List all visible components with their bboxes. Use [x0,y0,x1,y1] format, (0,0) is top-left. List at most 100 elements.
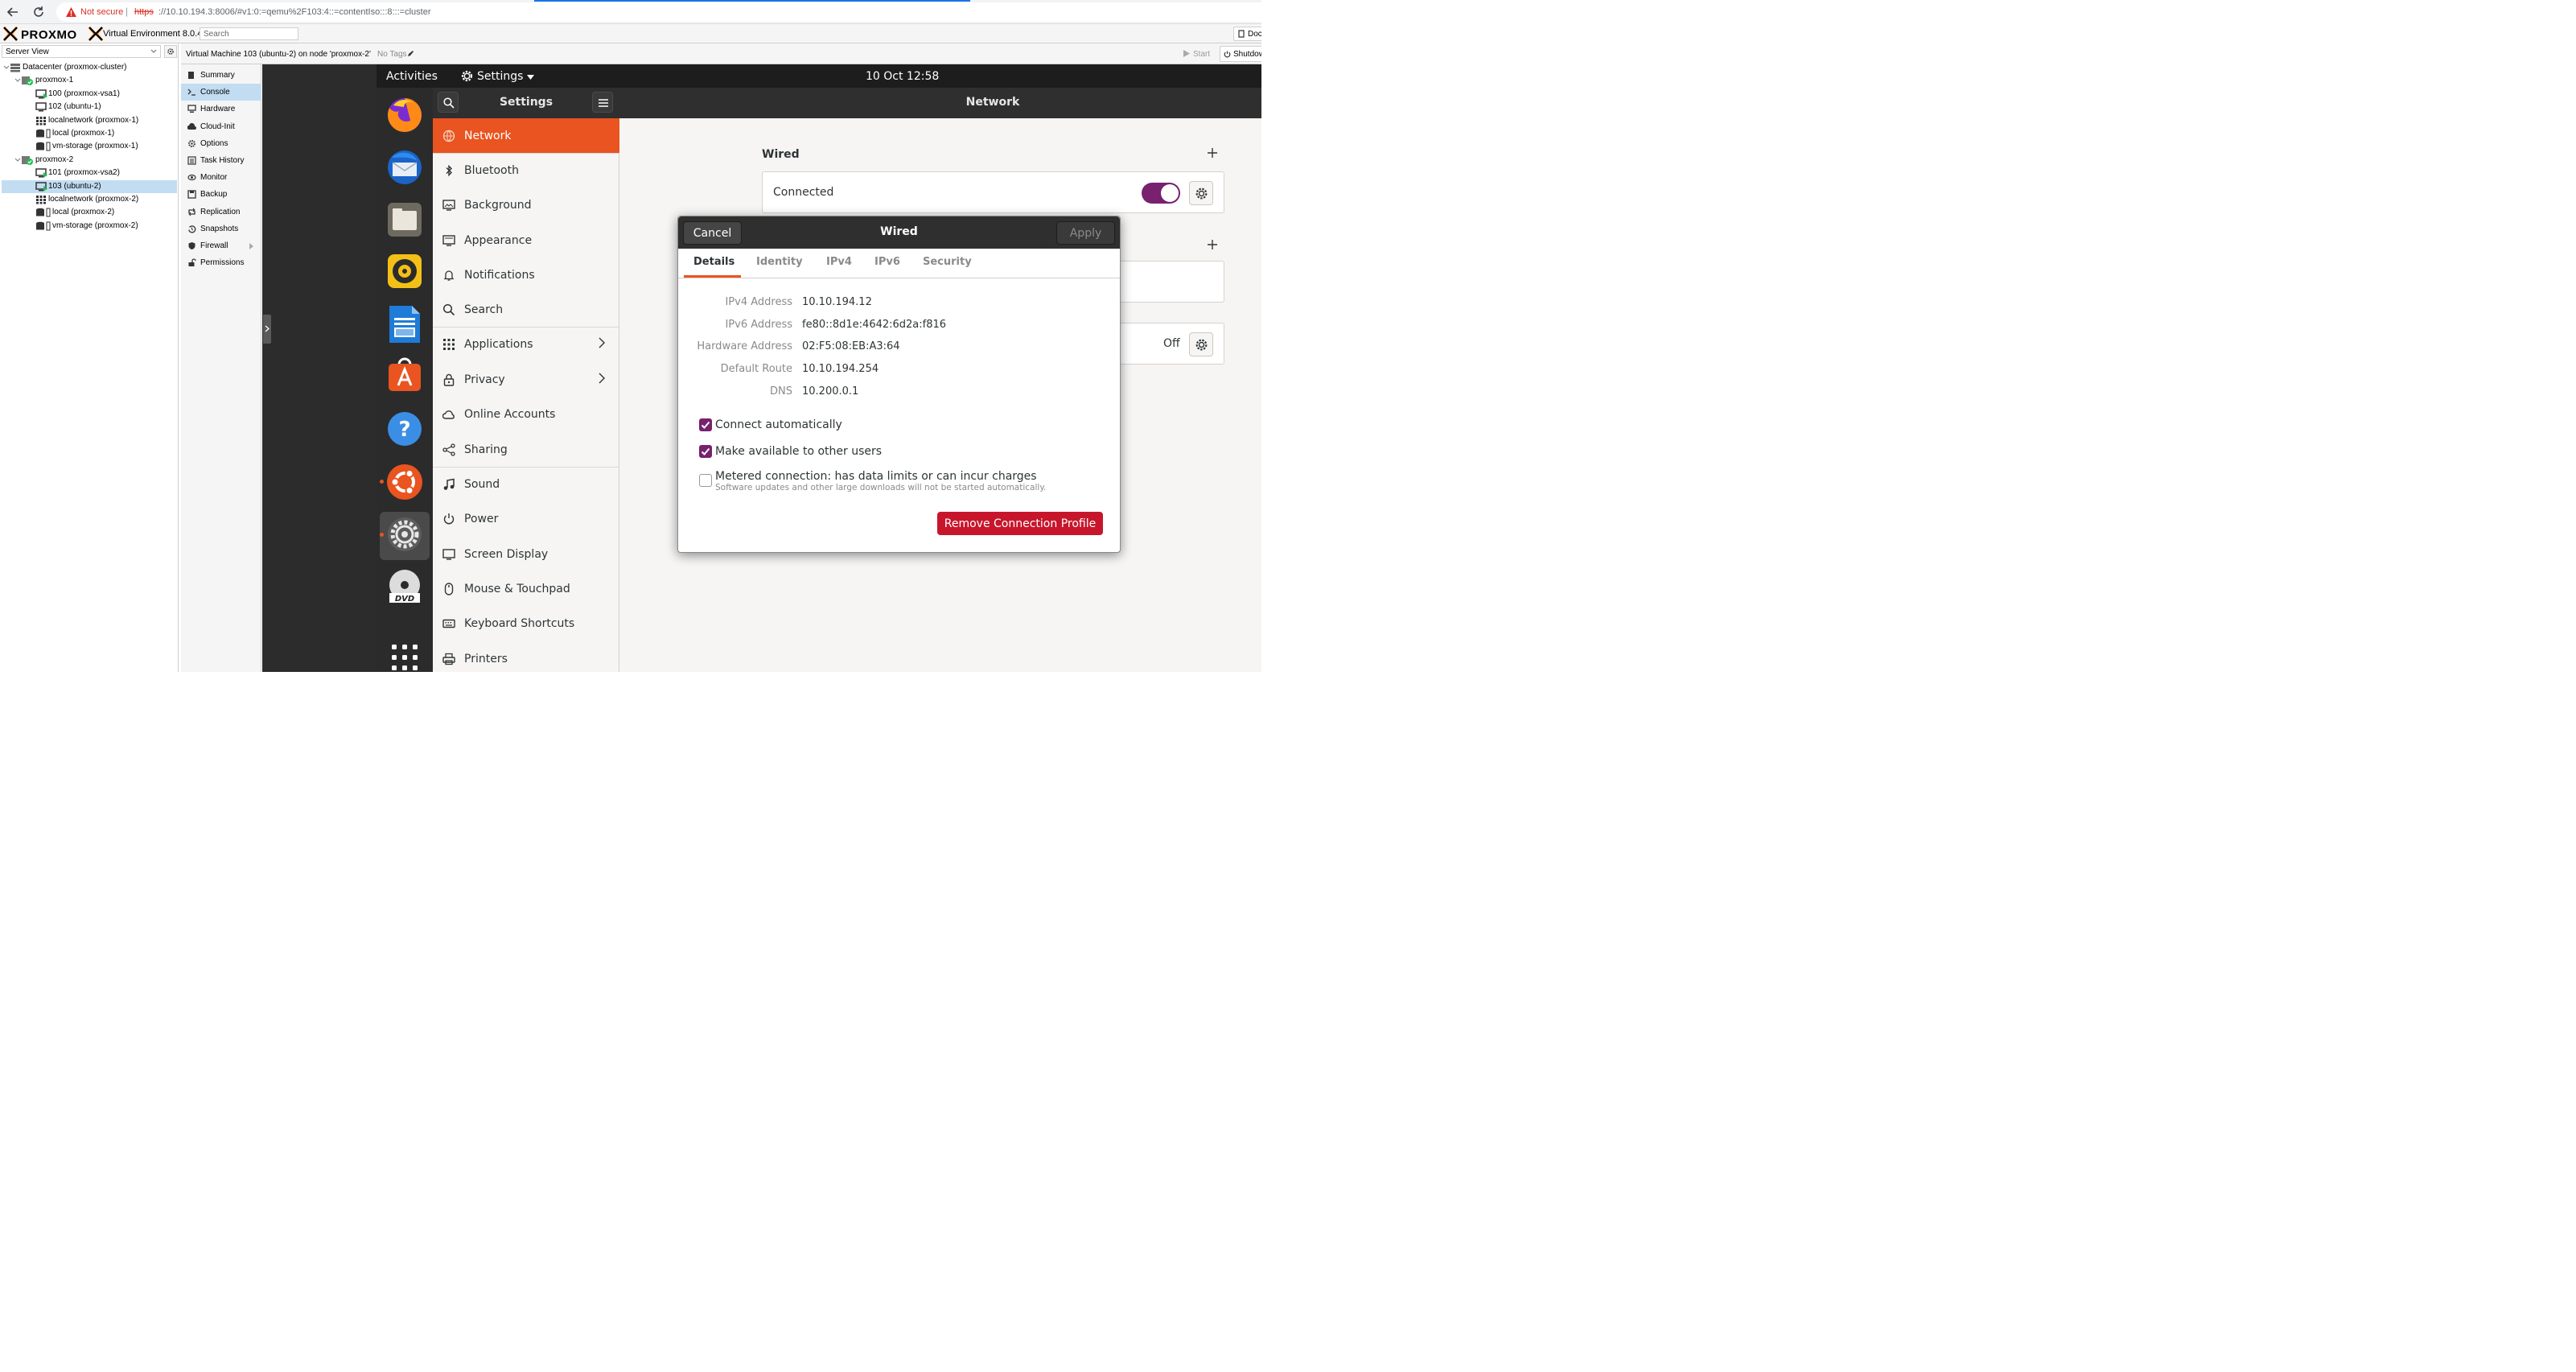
rhythmbox-icon[interactable] [387,253,422,289]
settings-item-applications[interactable]: Applications [433,327,619,361]
tab-identity[interactable]: Identity [756,256,803,268]
settings-item-search[interactable]: Search [433,292,619,327]
tab-security[interactable]: Security [923,256,972,268]
settings-app-icon[interactable] [386,516,423,553]
detail-label: IPv6 Address [725,318,792,331]
wired-toggle[interactable] [1142,183,1180,204]
ubuntu-icon[interactable] [385,463,424,501]
settings-item-network[interactable]: Network [433,118,619,153]
expand-icon[interactable] [14,77,21,84]
settings-item-appearance[interactable]: Appearance [433,223,619,258]
search-input[interactable]: Search [200,27,298,40]
start-button[interactable]: Start [1180,47,1216,61]
tree-item[interactable]: local (proxmox-2) [2,206,177,219]
settings-item-power[interactable]: Power [433,501,619,536]
vm-menu-item[interactable]: Task History [181,152,261,169]
network-icon [35,116,47,126]
toggle-knob [1161,184,1179,202]
settings-item-mouse-touchpad[interactable]: Mouse & Touchpad [433,571,619,606]
tree-item-label: vm-storage (proxmox-2) [52,220,138,230]
tree-item[interactable]: 102 (ubuntu-1) [2,101,177,113]
vm-menu-item[interactable]: Permissions [181,254,261,271]
activities-button[interactable]: Activities [386,70,438,83]
connect-auto-checkbox[interactable] [699,418,712,431]
tree-item[interactable]: 101 (proxmox-vsa2) [2,167,177,179]
tree-item[interactable]: Datacenter (proxmox-cluster) [2,61,177,74]
settings-item-online-accounts[interactable]: Online Accounts [433,397,619,431]
vm-menu-item[interactable]: Cloud-Init [181,118,261,135]
settings-item-label: Privacy [464,373,505,386]
available-all-label[interactable]: Make available to other users [715,445,882,458]
settings-item-background[interactable]: Background [433,187,619,222]
proxy-settings-button[interactable] [1189,332,1213,356]
settings-item-bluetooth[interactable]: Bluetooth [433,153,619,187]
tab-ipv6[interactable]: IPv6 [874,256,900,268]
tree-item[interactable]: vm-storage (proxmox-2) [2,220,177,233]
vm-menu-item[interactable]: Console [181,84,261,101]
add-wired-button[interactable] [1207,147,1218,159]
clock[interactable]: 10 Oct 12:58 [866,70,939,83]
help-icon[interactable]: ? [385,410,424,448]
apply-button[interactable]: Apply [1056,221,1115,245]
history-icon [187,225,196,233]
vm-menu-item[interactable]: Hardware [181,101,261,117]
vm-menu-item[interactable]: Firewall [181,237,261,254]
thunderbird-icon[interactable] [385,148,424,187]
shutdown-button[interactable]: Shutdow [1220,46,1261,62]
settings-item-printers[interactable]: Printers [433,641,619,672]
expand-icon[interactable] [14,157,21,163]
app-menu[interactable]: Settings [460,68,541,84]
reload-button[interactable] [32,6,45,19]
back-button[interactable] [6,6,19,19]
metered-label[interactable]: Metered connection: has data limits or c… [715,470,1037,483]
tree-item[interactable]: local (proxmox-1) [2,127,177,140]
tree-item[interactable]: proxmox-1 [2,74,177,87]
add-vpn-button[interactable] [1207,239,1218,250]
metered-checkbox[interactable] [699,474,712,487]
novnc-sidebar-handle[interactable] [263,315,271,344]
settings-item-screen-display[interactable]: Screen Display [433,537,619,571]
vm-menu-item[interactable]: Backup [181,186,261,203]
gear-icon [167,47,175,56]
vm-menu-item[interactable]: Summary [181,67,261,84]
settings-item-sharing[interactable]: Sharing [433,432,619,467]
settings-item-privacy[interactable]: Privacy [433,362,619,397]
ubuntu-software-icon[interactable] [386,356,423,393]
tab-details[interactable]: Details [693,256,735,268]
tree-item[interactable]: 103 (ubuntu-2) [2,179,177,193]
files-icon[interactable] [386,201,423,238]
wired-settings-button[interactable] [1189,181,1213,205]
address-bar[interactable]: Not secure | https ://10.10.194.3:8006/#… [56,2,1261,22]
vm-menu-item[interactable]: Replication [181,204,261,220]
tree-item[interactable]: localnetwork (proxmox-2) [2,193,177,206]
view-selector[interactable]: Server View [2,45,161,58]
tree-item[interactable]: localnetwork (proxmox-1) [2,114,177,127]
tree-item[interactable]: 100 (proxmox-vsa1) [2,88,177,101]
tree-item-label: 100 (proxmox-vsa1) [48,89,120,98]
tab-ipv4[interactable]: IPv4 [826,256,852,268]
vm-menu-item[interactable]: Snapshots [181,220,261,237]
pencil-icon[interactable] [407,50,414,57]
monitor-icon [187,105,196,113]
settings-item-label: Sharing [464,443,508,456]
libreoffice-writer-icon[interactable] [388,305,422,344]
tree-item[interactable]: proxmox-2 [2,154,177,167]
documentation-button[interactable]: Doc [1233,27,1261,41]
settings-item-sound[interactable]: Sound [433,467,619,501]
storage-icon [35,142,51,151]
remove-connection-profile-button[interactable]: Remove Connection Profile [937,512,1103,535]
tree-settings-button[interactable] [164,45,177,58]
settings-item-keyboard-shortcuts[interactable]: Keyboard Shortcuts [433,606,619,641]
show-apps-grid-icon[interactable] [392,645,418,670]
tree-item[interactable]: vm-storage (proxmox-1) [2,140,177,153]
settings-item-notifications[interactable]: Notifications [433,258,619,292]
firefox-icon[interactable] [385,96,424,134]
settings-menu-button[interactable] [592,92,613,113]
available-all-checkbox[interactable] [699,445,712,458]
vm-menu-item[interactable]: Options [181,135,261,152]
expand-icon[interactable] [3,64,10,71]
vm-menu-item[interactable]: Monitor [181,169,261,186]
dvd-icon[interactable]: DVD [386,569,423,606]
connect-auto-label[interactable]: Connect automatically [715,418,842,431]
detail-label: DNS [770,385,792,398]
